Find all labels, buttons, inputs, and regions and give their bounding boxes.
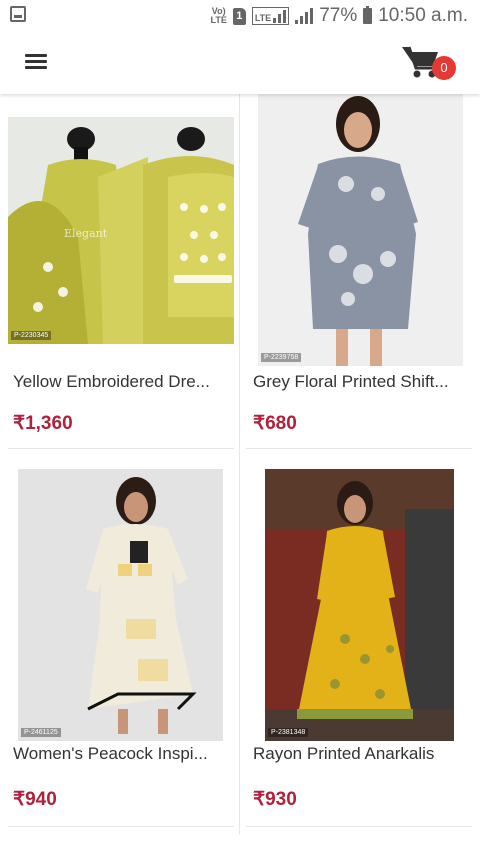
volte-indicator: Vo) LTE xyxy=(210,6,227,25)
network-type-label: LTE xyxy=(254,13,272,23)
product-image: P-2461125 xyxy=(18,469,223,741)
product-title: Yellow Embroidered Dre... xyxy=(13,372,210,391)
product-grid: Elegant P-2230345 Yellow Embroidered Dre… xyxy=(0,94,480,853)
product-code: P-2239758 xyxy=(261,353,302,362)
product-title: Rayon Printed Anarkalis xyxy=(253,744,435,763)
row-divider xyxy=(246,826,472,827)
lte-signal-icon: LTE xyxy=(251,7,290,25)
app-bar: 0 xyxy=(0,32,480,94)
product-card[interactable]: P-2461125 Women's Peacock Inspi... xyxy=(0,449,240,827)
watermark-text: Elegant xyxy=(64,227,108,240)
product-image-yellow-anarkali xyxy=(265,469,454,741)
status-bar: Vo) LTE 1 LTE 77% 10:50 a.m. xyxy=(0,0,480,32)
product-image: P-2239758 xyxy=(258,94,463,366)
product-price: ₹940 xyxy=(13,789,57,810)
product-title: Women's Peacock Inspi... xyxy=(13,744,208,763)
clock: 10:50 a.m. xyxy=(378,5,468,26)
product-image: Elegant P-2230345 xyxy=(8,117,234,344)
signal-strength-icon xyxy=(295,8,314,24)
status-indicators: Vo) LTE 1 LTE 77% 10:50 a.m. xyxy=(211,4,469,28)
product-price: ₹1,360 xyxy=(13,413,73,434)
product-code: P-2461125 xyxy=(21,728,61,737)
hamburger-menu-icon[interactable] xyxy=(25,54,47,70)
cart-button[interactable]: 0 xyxy=(402,44,460,88)
product-title: Grey Floral Printed Shift... xyxy=(253,372,449,391)
product-image-cream-kurta xyxy=(18,469,223,741)
product-card[interactable]: P-2381348 xyxy=(240,449,480,827)
product-price: ₹930 xyxy=(253,789,297,810)
battery-percent: 77% xyxy=(319,5,358,26)
product-code: P-2230345 xyxy=(11,331,52,340)
row-divider xyxy=(8,826,234,827)
cart-count-badge: 0 xyxy=(432,56,456,80)
product-card[interactable]: P-2239758 Grey Floral Printed Shift... ₹… xyxy=(240,94,480,449)
sim-icon: 1 xyxy=(232,7,246,25)
product-image: P-2381348 xyxy=(265,469,454,741)
product-price: ₹680 xyxy=(253,413,297,434)
product-image-grey-dress xyxy=(258,94,463,366)
product-card[interactable]: Elegant P-2230345 Yellow Embroidered Dre… xyxy=(0,94,240,449)
product-code: P-2381348 xyxy=(268,728,309,737)
gallery-notification-icon xyxy=(10,6,26,22)
product-image-yellow-dress: Elegant xyxy=(8,117,234,344)
battery-icon xyxy=(363,6,373,24)
